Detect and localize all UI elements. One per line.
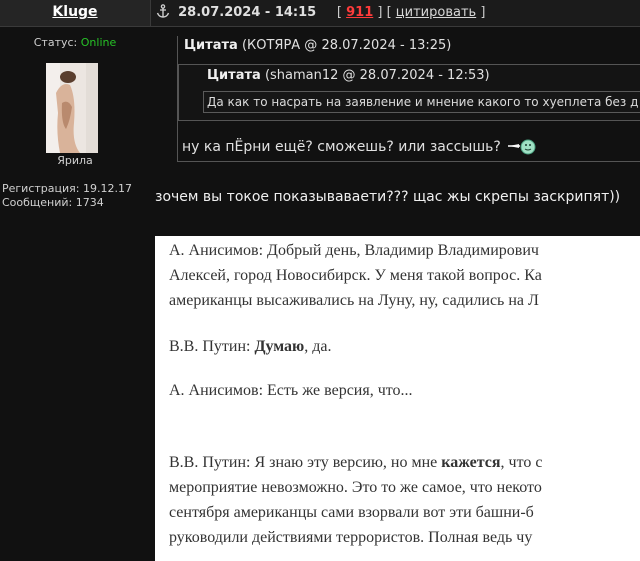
registration-date: Регистрация: 19.12.17 xyxy=(2,182,132,195)
quote-reply-text: ну ка пЁрни ещё? сможешь? или зассышь? xyxy=(182,139,501,155)
quote-meta: (shaman12 @ 28.07.2024 - 12:53) xyxy=(264,68,490,83)
document-text: В.В. Путин: xyxy=(169,338,255,355)
quote-label: Цитата xyxy=(207,68,261,83)
post-meta: 28.07.2024 - 14:15 [ 911 ] [ цитировать … xyxy=(156,0,485,26)
quote-block-outer: Цитата (КОТЯРА @ 28.07.2024 - 13:25) Цит… xyxy=(177,36,640,162)
anchor-icon[interactable] xyxy=(156,4,170,18)
document-line: А. Анисимов: Добрый день, Владимир Влади… xyxy=(169,242,539,259)
quote-text-outer: ну ка пЁрни ещё? сможешь? или зассышь? xyxy=(182,136,539,156)
avatar[interactable] xyxy=(46,63,98,153)
author-cell: Kluge xyxy=(0,0,151,26)
author-username-link[interactable]: Kluge xyxy=(52,4,97,20)
post-rating-link[interactable]: 911 xyxy=(346,5,373,20)
bracket: ] xyxy=(476,5,486,20)
status-value: Online xyxy=(80,36,117,49)
post-datetime: 28.07.2024 - 14:15 xyxy=(178,5,317,20)
document-line: А. Анисимов: Есть же версия, что... xyxy=(169,382,413,399)
quote-meta: (КОТЯРА @ 28.07.2024 - 13:25) xyxy=(241,38,452,53)
document-line: американцы высаживались на Луну, ну, сад… xyxy=(169,292,539,309)
bracket: [ xyxy=(336,5,347,20)
quote-header-outer: Цитата (КОТЯРА @ 28.07.2024 - 13:25) xyxy=(184,38,451,53)
document-line: мероприятие невозможно. Это то же самое,… xyxy=(169,479,542,496)
message-count: Сообщений: 1734 xyxy=(2,196,104,209)
author-sidebar: Статус: Online Ярила Регистрация: 19.12.… xyxy=(0,27,150,561)
quote-header-inner: Цитата (shaman12 @ 28.07.2024 - 12:53) xyxy=(207,68,490,83)
avatar-image xyxy=(46,63,98,153)
quote-text-inner: Да как то насрать на заявление и мнение … xyxy=(203,91,640,113)
document-text: , что с xyxy=(500,454,543,471)
document-line: сентября американцы сами взорвали вот эт… xyxy=(169,504,534,521)
smiley-icon xyxy=(508,139,536,155)
document-text: , да. xyxy=(304,338,332,355)
author-rank: Ярила xyxy=(57,154,93,167)
post-body-text: зочем вы токое показываваети??? щас жы с… xyxy=(155,189,621,205)
document-bold-text: Думаю xyxy=(254,338,305,355)
quote-label: Цитата xyxy=(184,38,238,53)
document-line: руководили действиями террористов. Полна… xyxy=(169,529,533,546)
quote-block-inner: Цитата (shaman12 @ 28.07.2024 - 12:53) Д… xyxy=(178,64,640,121)
post-header: Kluge 28.07.2024 - 14:15 [ 911 ] [ цитир… xyxy=(0,0,640,27)
bracket: ] [ xyxy=(373,5,396,20)
document-text: В.В. Путин: Я знаю эту версию, но мне xyxy=(169,454,442,471)
document-line: В.В. Путин: Думаю, да. xyxy=(169,338,332,356)
document-bold-text: кажется xyxy=(441,454,501,471)
document-line: В.В. Путин: Я знаю эту версию, но мне ка… xyxy=(169,454,542,472)
document-line: Алексей, город Новосибирск. У меня такой… xyxy=(169,267,542,284)
attached-image[interactable]: А. Анисимов: Добрый день, Владимир Влади… xyxy=(155,236,640,561)
quote-button[interactable]: цитировать xyxy=(396,5,476,20)
status-label: Статус: xyxy=(33,36,78,49)
author-status: Статус: Online xyxy=(0,36,150,49)
author-info: Регистрация: 19.12.17 Сообщений: 1734 xyxy=(2,182,132,210)
